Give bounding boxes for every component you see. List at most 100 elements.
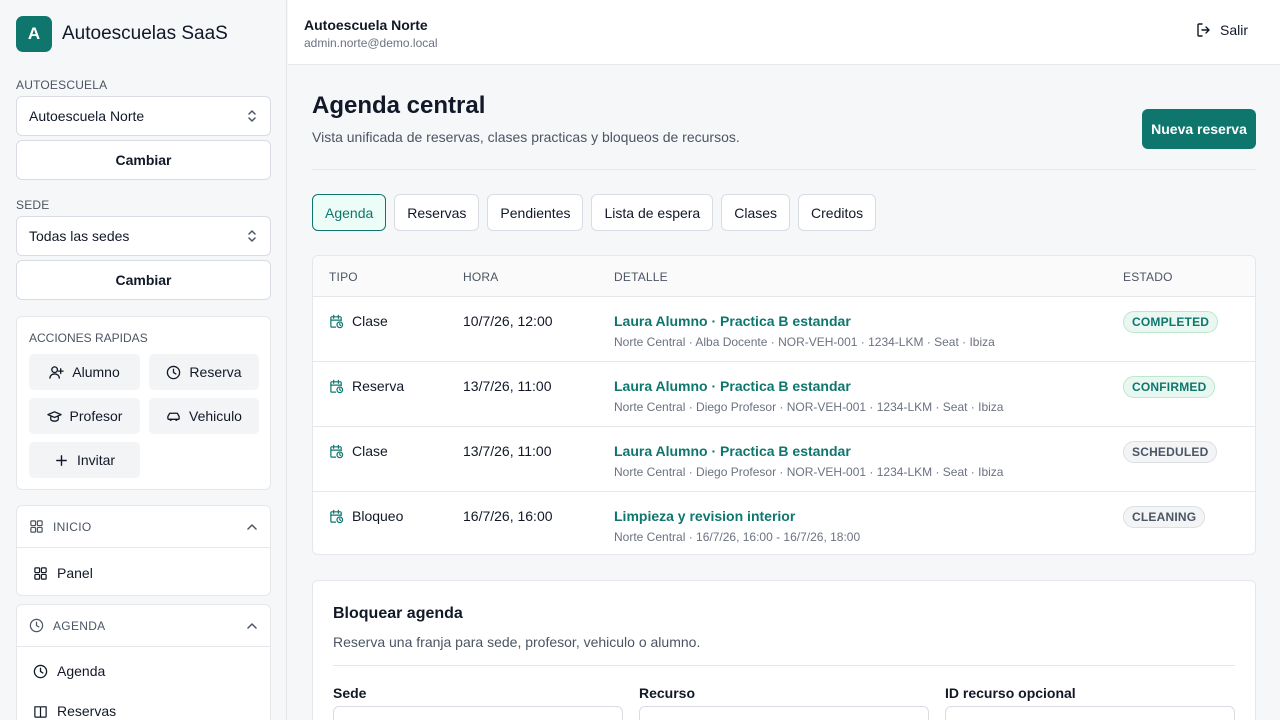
topbar-school-name: Autoescuela Norte: [304, 17, 428, 33]
table-header: TIPO HORA DETALLE ESTADO: [313, 256, 1255, 297]
clock-icon: [33, 664, 48, 678]
divider: [312, 169, 1256, 170]
nav-section-inicio-header[interactable]: INICIO: [17, 506, 270, 548]
row-type-label: Clase: [352, 313, 388, 329]
car-icon: [167, 412, 180, 421]
resource-id-field[interactable]: [945, 706, 1235, 720]
school-select-value: Autoescuela Norte: [29, 108, 145, 124]
tab-creditos[interactable]: Creditos: [798, 194, 877, 231]
row-detail-title[interactable]: Laura Alumno · Practica B estandar: [614, 378, 851, 394]
site-change-button[interactable]: Cambiar: [16, 260, 271, 300]
sidebar-item-label: Panel: [57, 565, 93, 581]
brand-logo: A: [16, 16, 52, 52]
main-content: Agenda central Vista unificada de reserv…: [288, 65, 1280, 720]
column-header-hora: HORA: [463, 270, 499, 284]
table-row[interactable]: Bloqueo 16/7/26, 16:00 Limpieza y revisi…: [313, 492, 1255, 554]
logout-label: Salir: [1219, 22, 1248, 38]
quick-actions-title: ACCIONES RAPIDAS: [29, 331, 148, 345]
column-header-detalle: DETALLE: [614, 270, 668, 284]
site-select-value: Todas las sedes: [29, 228, 130, 244]
brand[interactable]: A Autoescuelas SaaS: [16, 16, 228, 52]
nav-section-inicio-title: INICIO: [53, 519, 92, 534]
row-type-label: Clase: [352, 443, 388, 459]
tab-reservas[interactable]: Reservas: [394, 194, 480, 231]
row-type-label: Bloqueo: [352, 508, 404, 524]
add-booking-button[interactable]: Reserva: [149, 354, 259, 390]
resource-field-label: Recurso: [639, 685, 696, 701]
row-detail-title[interactable]: Laura Alumno · Practica B estandar: [614, 313, 851, 329]
block-agenda-card: Bloquear agenda Reserva una franja para …: [312, 580, 1256, 720]
tab-lista-de-espera[interactable]: Lista de espera: [591, 194, 714, 231]
table-row[interactable]: Clase 10/7/26, 12:00 Laura Alumno · Prac…: [313, 297, 1255, 362]
status-badge: SCHEDULED: [1123, 441, 1218, 463]
quick-actions-card: ACCIONES RAPIDAS Alumno Reserva Profesor…: [16, 316, 271, 490]
calendar-clock-icon: [330, 509, 344, 523]
calendar-clock-icon: [330, 444, 344, 458]
user-plus-icon: [49, 365, 64, 379]
status-badge: CONFIRMED: [1123, 376, 1216, 398]
grid-icon: [34, 566, 47, 580]
sidebar-item-panel[interactable]: Panel: [33, 565, 93, 581]
divider: [333, 665, 1235, 666]
school-select[interactable]: Autoescuela Norte: [16, 96, 271, 136]
site-label: SEDE: [16, 198, 50, 212]
sidebar: A Autoescuelas SaaS AUTOESCUELA Autoescu…: [0, 0, 287, 720]
school-label: AUTOESCUELA: [16, 78, 108, 92]
table-row[interactable]: Reserva 13/7/26, 11:00 Laura Alumno · Pr…: [313, 362, 1255, 427]
tab-agenda[interactable]: Agenda: [312, 194, 387, 231]
site-select[interactable]: Todas las sedes: [16, 216, 271, 256]
add-vehicle-button[interactable]: Vehiculo: [149, 398, 259, 434]
chevron-up-icon: [247, 622, 257, 629]
logout-button[interactable]: Salir: [1196, 22, 1248, 38]
topbar-user-email: admin.norte@demo.local: [304, 36, 438, 50]
resource-field[interactable]: [639, 706, 929, 720]
clock-icon: [167, 365, 181, 379]
graduation-cap-icon: [46, 410, 62, 422]
add-vehicle-label: Vehiculo: [189, 408, 242, 424]
invite-button[interactable]: Invitar: [29, 442, 140, 478]
page-subtitle: Vista unificada de reservas, clases prac…: [312, 129, 740, 145]
tab-pendientes[interactable]: Pendientes: [487, 194, 584, 231]
site-field[interactable]: [333, 706, 623, 720]
nav-section-agenda: AGENDA Agenda Reservas: [16, 604, 271, 720]
page-title: Agenda central: [312, 92, 486, 119]
calendar-clock-icon: [330, 379, 344, 393]
add-teacher-button[interactable]: Profesor: [29, 398, 140, 434]
row-time: 13/7/26, 11:00: [463, 443, 552, 459]
row-detail-meta: Norte Central · 16/7/26, 16:00 - 16/7/26…: [614, 530, 861, 544]
tab-clases[interactable]: Clases: [721, 194, 791, 231]
nav-section-agenda-title: AGENDA: [53, 618, 106, 633]
row-type: Clase: [329, 443, 388, 459]
new-booking-button[interactable]: Nueva reserva: [1142, 109, 1256, 149]
add-teacher-label: Profesor: [69, 408, 123, 424]
agenda-table: TIPO HORA DETALLE ESTADO Clase 10/7/26, …: [312, 255, 1256, 555]
row-detail-title[interactable]: Limpieza y revision interior: [614, 508, 795, 524]
school-change-button[interactable]: Cambiar: [16, 140, 271, 180]
column-header-estado: ESTADO: [1123, 270, 1173, 284]
nav-section-agenda-header[interactable]: AGENDA: [17, 605, 270, 647]
invite-label: Invitar: [76, 452, 116, 468]
resource-id-field-label: ID recurso opcional: [945, 685, 1076, 701]
sidebar-item-reservas[interactable]: Reservas: [33, 703, 116, 719]
add-student-button[interactable]: Alumno: [29, 354, 140, 390]
topbar: Autoescuela Norte admin.norte@demo.local…: [288, 0, 1280, 65]
row-type: Reserva: [329, 378, 404, 394]
status-badge: COMPLETED: [1123, 311, 1219, 333]
row-time: 13/7/26, 11:00: [463, 378, 552, 394]
updown-chevron-icon: [248, 230, 256, 242]
sidebar-item-agenda[interactable]: Agenda: [33, 663, 105, 679]
book-icon: [34, 705, 47, 718]
row-type-label: Reserva: [352, 378, 405, 394]
updown-chevron-icon: [248, 110, 256, 122]
calendar-clock-icon: [330, 314, 344, 328]
block-agenda-title: Bloquear agenda: [333, 605, 463, 622]
site-field-label: Sede: [333, 685, 367, 701]
row-detail-meta: Norte Central · Diego Profesor · NOR-VEH…: [614, 400, 1004, 414]
row-detail-meta: Norte Central · Alba Docente · NOR-VEH-0…: [614, 335, 995, 349]
chevron-up-icon: [247, 523, 257, 530]
row-detail-title[interactable]: Laura Alumno · Practica B estandar: [614, 443, 851, 459]
row-detail-meta: Norte Central · Diego Profesor · NOR-VEH…: [614, 465, 1004, 479]
table-row[interactable]: Clase 13/7/26, 11:00 Laura Alumno · Prac…: [313, 427, 1255, 492]
tab-bar: Agenda Reservas Pendientes Lista de espe…: [312, 194, 877, 231]
add-student-label: Alumno: [72, 364, 120, 380]
